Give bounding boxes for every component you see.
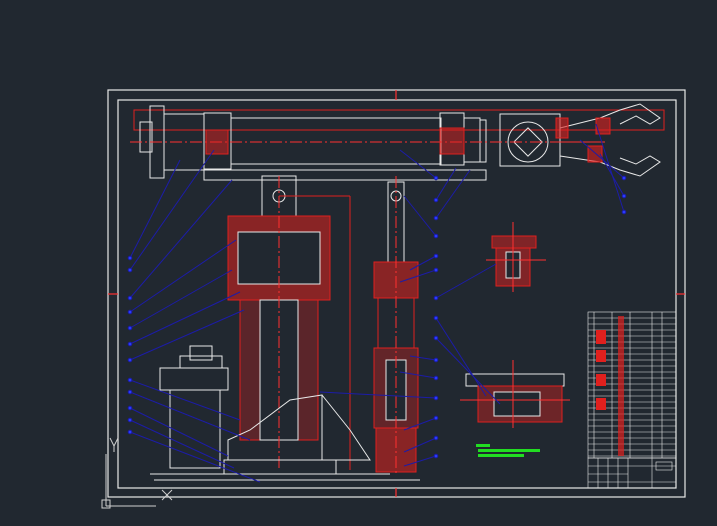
parts-list-table	[587, 311, 677, 459]
technical-notes	[476, 444, 540, 457]
detail-view-b	[460, 360, 570, 428]
title-block	[587, 457, 677, 489]
gripper	[555, 103, 661, 177]
cad-drawing[interactable]	[0, 0, 717, 526]
hydraulic-cylinder	[373, 176, 419, 476]
detail-view-a	[486, 222, 546, 292]
cad-viewport[interactable]	[0, 0, 717, 526]
